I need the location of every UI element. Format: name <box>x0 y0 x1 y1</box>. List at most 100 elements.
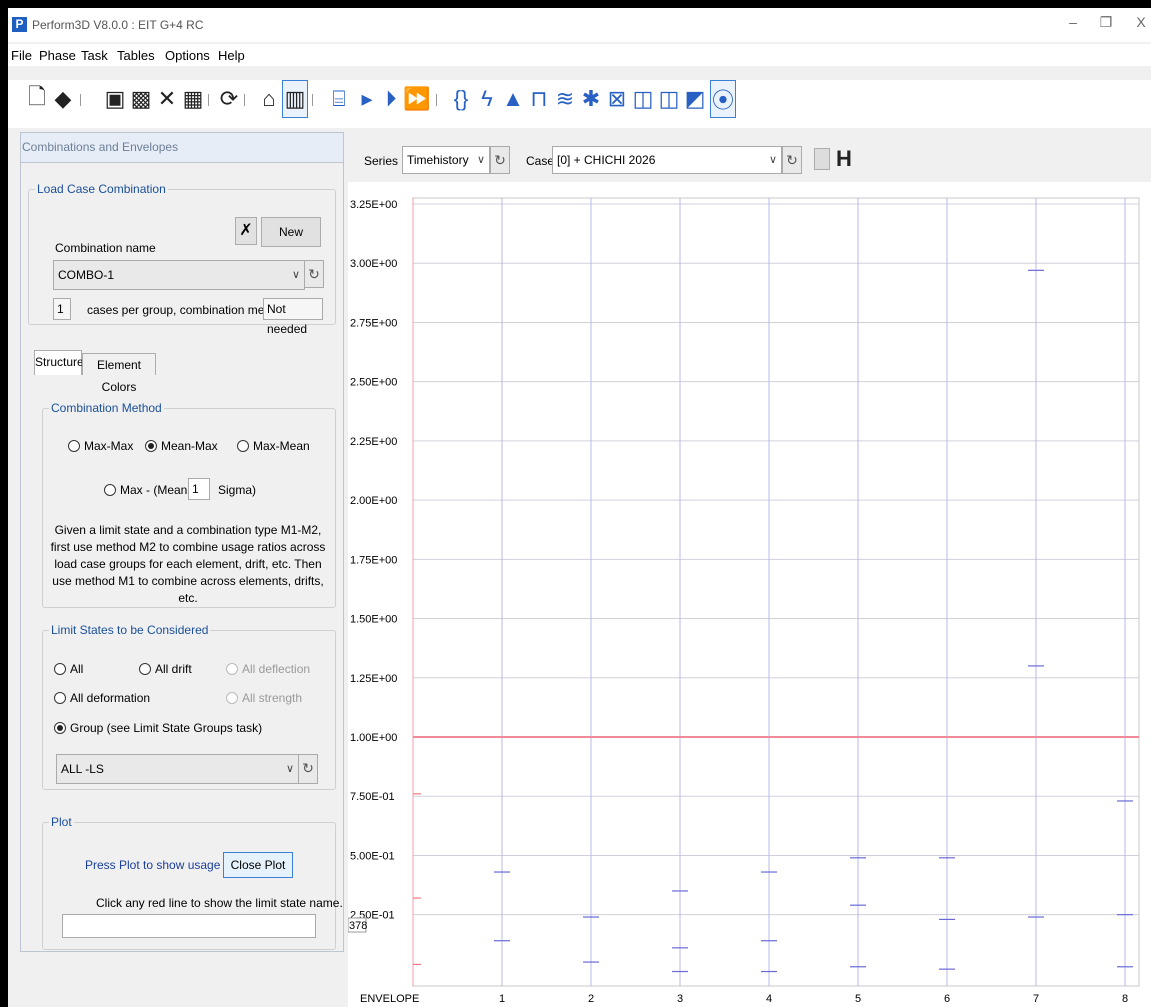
delete-icon[interactable]: ✕ <box>154 80 180 118</box>
frame-icon[interactable]: ⌸ <box>326 80 352 118</box>
menu-task[interactable]: Task <box>81 48 108 63</box>
step-icon[interactable]: ⏵ <box>378 80 404 118</box>
case-value: [0] + CHICHI 2026 <box>557 153 656 167</box>
brace-icon[interactable]: {} <box>448 80 474 118</box>
graph2-icon[interactable]: ◫ <box>656 80 682 118</box>
x-tick-label: 7 <box>1033 993 1039 1005</box>
all-drift-label: All drift <box>155 662 192 676</box>
close-plot-button[interactable]: Close Plot <box>223 852 293 878</box>
x-tick-label: 6 <box>944 993 950 1005</box>
window-title: Perform3D V8.0.0 : EIT G+4 RC <box>32 18 204 32</box>
x-tick-label: 3 <box>677 993 683 1005</box>
thumbs-icon[interactable]: ▲ <box>500 80 526 118</box>
tab-structure[interactable]: Structure <box>34 350 84 375</box>
refresh-icon[interactable]: ↻ <box>304 260 324 288</box>
menu-file[interactable]: File <box>11 48 32 63</box>
restore-button[interactable]: ❐ <box>1091 14 1121 31</box>
x-tick-label: 2 <box>588 993 594 1005</box>
all-radio[interactable] <box>54 663 66 675</box>
chart-svg: 3.25E+00 3.00E+00 2.75E+00 2.50E+00 2.25E+00… <box>347 197 1140 1005</box>
group-radio[interactable] <box>54 722 66 734</box>
series-value: Timehistory <box>407 153 469 167</box>
damper-icon[interactable]: ⊠ <box>604 80 630 118</box>
minimize-button[interactable]: – <box>1058 14 1088 30</box>
chart-controls: Series Timehistory ∨ ↻ Case [0] + CHICHI… <box>348 132 1151 182</box>
y-tick-label: 2.00E+00 <box>350 495 397 507</box>
refresh-icon[interactable]: ↻ <box>782 146 802 174</box>
limit-state-group-value: ALL -LS <box>61 762 104 776</box>
new-file-icon[interactable]: 🗋 <box>24 80 50 118</box>
combination-method-field: Not needed <box>263 298 323 336</box>
menu-phase[interactable]: Phase <box>39 48 76 63</box>
fast-forward-icon[interactable]: ⏩ <box>403 80 430 118</box>
target-icon[interactable]: ⦿ <box>710 80 736 118</box>
plot-frame <box>412 197 1140 987</box>
spring-icon[interactable]: ✱ <box>578 80 604 118</box>
save-plot-icon[interactable]: H <box>836 146 852 172</box>
menu-options[interactable]: Options <box>165 48 210 63</box>
close-button[interactable]: X <box>1126 14 1151 30</box>
table-icon[interactable]: ▦ <box>180 80 206 118</box>
max-sigma-suffix: Sigma) <box>218 483 257 497</box>
combination-name-value: COMBO-1 <box>58 268 115 282</box>
ground-motion-icon[interactable]: ≋ <box>552 80 578 118</box>
series-select[interactable]: Timehistory ∨ <box>402 146 490 174</box>
group-label: Group (see Limit State Groups task) <box>70 721 263 735</box>
save-icon[interactable]: ▣ <box>102 80 128 118</box>
combination-name-label: Combination name <box>55 241 156 255</box>
save-as-icon[interactable]: ▩ <box>128 80 154 118</box>
case-select[interactable]: [0] + CHICHI 2026 ∨ <box>552 146 782 174</box>
all-deformation-radio[interactable] <box>54 692 66 704</box>
tab-element-colors[interactable]: Element Colors <box>82 353 156 394</box>
open-icon[interactable]: ◆ <box>50 80 76 118</box>
lightning-icon[interactable]: ϟ <box>474 80 500 118</box>
graph-icon[interactable]: ◫ <box>630 80 656 118</box>
max-sigma-radio[interactable] <box>104 484 116 496</box>
max-mean-radio[interactable] <box>237 440 249 452</box>
graph3-icon[interactable]: ◩ <box>682 80 708 118</box>
group-legend: Limit States to be Considered <box>49 623 211 637</box>
y-tick-label: 5.00E-01 <box>350 850 395 862</box>
menu-bar: File Phase Task Tables Options Help <box>8 44 1151 66</box>
sigma-input[interactable]: 1 <box>188 478 210 500</box>
portal-icon[interactable]: ⊓ <box>526 80 552 118</box>
y-tick-label: 3.00E+00 <box>350 258 397 270</box>
refresh-icon[interactable]: ↻ <box>490 146 510 174</box>
menu-tables[interactable]: Tables <box>117 48 155 63</box>
chevron-down-icon: ∨ <box>476 154 485 166</box>
combination-name-select[interactable]: COMBO-1 ∨ <box>53 260 305 290</box>
cursor-readout: 378 <box>349 920 367 932</box>
combination-description: Given a limit state and a combination ty… <box>50 523 326 605</box>
x-tick-label: 8 <box>1122 993 1128 1005</box>
limit-state-group-select[interactable]: ALL -LS ∨ <box>56 754 299 784</box>
max-sigma-prefix: Max - (Mean + <box>120 483 198 497</box>
click-red-line-hint: Click any red line to show the limit sta… <box>96 896 343 910</box>
toolbar-separator <box>436 94 437 106</box>
y-tick-label: 1.75E+00 <box>350 554 397 566</box>
all-drift-radio[interactable] <box>139 663 151 675</box>
x-tick-label: 1 <box>499 993 505 1005</box>
delete-combination-button[interactable]: ✗ <box>235 217 257 245</box>
max-mean-label: Max-Mean <box>253 439 310 453</box>
mean-max-radio[interactable] <box>145 440 157 452</box>
menu-help[interactable]: Help <box>218 48 245 63</box>
play-icon[interactable]: ▸ <box>354 80 380 118</box>
x-tick-label: 5 <box>855 993 861 1005</box>
max-max-radio[interactable] <box>68 440 80 452</box>
structure-icon[interactable]: ⌂ <box>256 80 282 118</box>
mean-max-label: Mean-Max <box>161 439 218 453</box>
group-legend: Combination Method <box>49 401 164 415</box>
toolbar-separator <box>312 94 313 106</box>
cases-per-group-field[interactable]: 1 <box>53 298 71 320</box>
y-tick-label: 2.25E+00 <box>350 436 397 448</box>
new-combination-button[interactable]: New <box>261 217 321 247</box>
y-tick-label: 1.00E+00 <box>350 732 397 744</box>
print-icon[interactable] <box>814 148 830 170</box>
limit-state-name-field[interactable] <box>62 914 316 938</box>
app-window: P Perform3D V8.0.0 : EIT G+4 RC – ❐ X Fi… <box>8 8 1151 1007</box>
refresh-icon[interactable]: ↻ <box>298 754 318 784</box>
toolbar-separator <box>80 94 81 106</box>
analysis-icon[interactable]: ▥ <box>282 80 308 118</box>
y-tick-label: 1.25E+00 <box>350 673 397 685</box>
refresh-icon[interactable]: ⟳ <box>216 80 242 118</box>
